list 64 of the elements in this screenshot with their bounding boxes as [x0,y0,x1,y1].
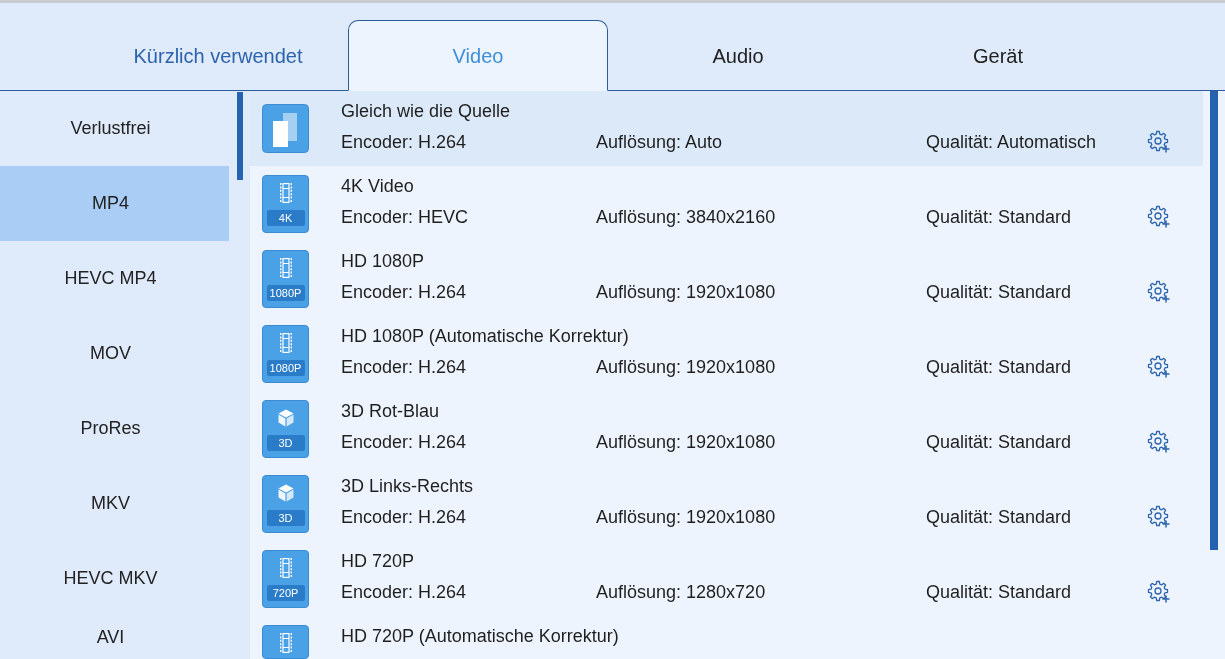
encoder-text: Encoder: H.264 [341,431,468,453]
sidebar-item[interactable]: MP4 [0,166,229,241]
sidebar-item[interactable]: HEVC MP4 [0,241,229,316]
scrollbar-thumb[interactable] [237,92,243,180]
copy-icon [262,104,309,153]
preset-title: 3D Rot-Blau [341,400,441,422]
preset-row[interactable]: Gleich wie die Quelle Encoder: H.264 Auflösung: Auto Qualität: Automatisch [250,91,1203,166]
quality-text: Qualität: Standard [926,206,1073,228]
film-icon [279,632,292,653]
resolution-text: Auflösung: 3840x2160 [596,206,777,228]
film-icon [279,257,292,278]
settings-icon[interactable] [1147,580,1171,604]
preset-title: HD 720P (Automatische Korrektur) [341,625,619,647]
tab[interactable]: Gerät [868,20,1128,91]
settings-icon[interactable] [1147,130,1171,154]
resolution-text: Auflösung: 1920x1080 [596,506,777,528]
resolution-text: Auflösung: 1280x720 [596,581,767,603]
format-badge: 1080P [266,285,305,301]
encoder-text: Encoder: H.264 [341,281,468,303]
format-badge: 3D [266,435,305,451]
sidebar-item[interactable]: AVI [0,616,229,659]
cube-icon [277,483,294,502]
format-badge: 720P [266,585,305,601]
preset-title: HD 720P [341,550,416,572]
sidebar-item[interactable]: MKV [0,466,229,541]
tab[interactable]: Audio [608,20,868,91]
format-badge: 1080P [266,360,305,376]
sidebar-item[interactable]: ProRes [0,391,229,466]
encoder-text: Encoder: H.264 [341,581,468,603]
encoder-text: Encoder: H.264 [341,506,468,528]
quality-text: Qualität: Standard [926,506,1073,528]
quality-text: Qualität: Standard [926,356,1073,378]
format-badge: 4K [266,210,305,226]
quality-text: Qualität: Standard [926,281,1073,303]
preset-title: 3D Links-Rechts [341,475,475,497]
encoder-text: Encoder: HEVC [341,206,470,228]
quality-text: Qualität: Automatisch [926,131,1098,153]
sidebar-item[interactable]: HEVC MKV [0,541,229,616]
film-icon [279,182,292,203]
resolution-text: Auflösung: 1920x1080 [596,431,777,453]
settings-icon[interactable] [1147,430,1171,454]
tab[interactable]: Kürzlich verwendet [88,20,348,91]
settings-icon[interactable] [1147,505,1171,529]
quality-text: Qualität: Standard [926,581,1073,603]
resolution-text: Auflösung: 1920x1080 [596,356,777,378]
quality-text: Qualität: Standard [926,431,1073,453]
encoder-text: Encoder: H.264 [341,131,468,153]
sidebar-item[interactable]: Verlustfrei [0,91,229,166]
sidebar-item[interactable]: MOV [0,316,229,391]
preset-title: HD 1080P (Automatische Korrektur) [341,325,630,347]
format-badge: 3D [266,510,305,526]
settings-icon[interactable] [1147,205,1171,229]
film-icon [279,332,292,353]
encoder-text: Encoder: H.264 [341,356,468,378]
settings-icon[interactable] [1147,355,1171,379]
preset-title: Gleich wie die Quelle [341,100,512,122]
preset-title: 4K Video [341,175,415,197]
settings-icon[interactable] [1147,280,1171,304]
resolution-text: Auflösung: Auto [596,131,724,153]
film-icon [279,557,292,578]
cube-icon [277,408,294,427]
resolution-text: Auflösung: 1920x1080 [596,281,777,303]
scrollbar-thumb[interactable] [1210,91,1218,550]
preset-title: HD 1080P [341,250,426,272]
